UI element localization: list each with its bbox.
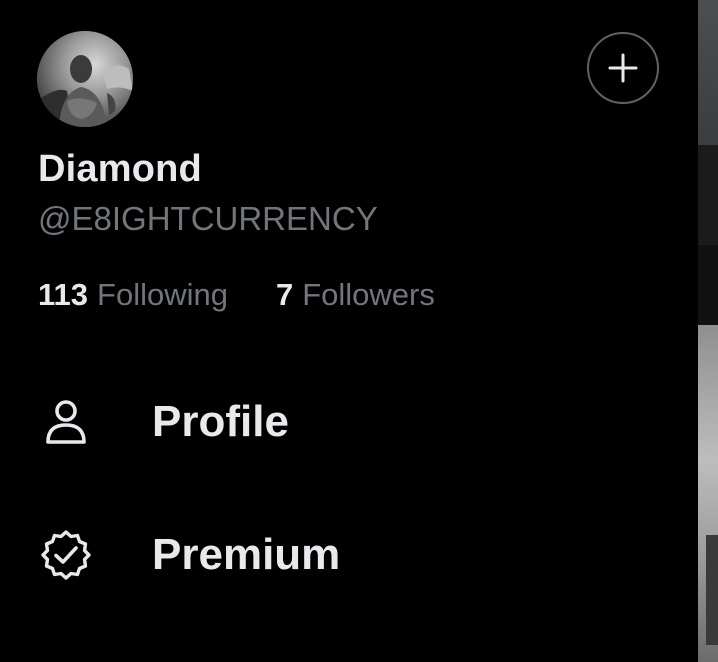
- side-drawer: Diamond @E8IGHTCURRENCY 113 Following 7 …: [0, 0, 698, 662]
- menu-item-label: Premium: [152, 530, 341, 579]
- verified-badge-icon: [38, 527, 94, 583]
- follow-stats: 113 Following 7 Followers: [38, 277, 435, 313]
- followers-link[interactable]: 7 Followers: [276, 277, 435, 313]
- following-link[interactable]: 113 Following: [38, 277, 228, 313]
- user-handle: @E8IGHTCURRENCY: [38, 200, 378, 237]
- menu-item-profile[interactable]: Profile: [38, 382, 658, 462]
- avatar[interactable]: [37, 31, 133, 127]
- display-name[interactable]: Diamond: [38, 148, 202, 191]
- plus-icon: [608, 53, 638, 83]
- app-screen: Diamond @E8IGHTCURRENCY 113 Following 7 …: [0, 0, 718, 662]
- following-label: Following: [97, 277, 228, 312]
- menu-item-label: Profile: [152, 397, 289, 446]
- person-icon: [38, 394, 94, 450]
- following-count: 113: [38, 277, 89, 312]
- followers-label: Followers: [302, 277, 435, 312]
- background-feed-edge: [698, 0, 718, 662]
- add-account-button[interactable]: [587, 32, 659, 104]
- followers-count: 7: [275, 277, 294, 312]
- avatar-photo-icon: [37, 31, 133, 127]
- menu-item-premium[interactable]: Premium: [38, 515, 658, 595]
